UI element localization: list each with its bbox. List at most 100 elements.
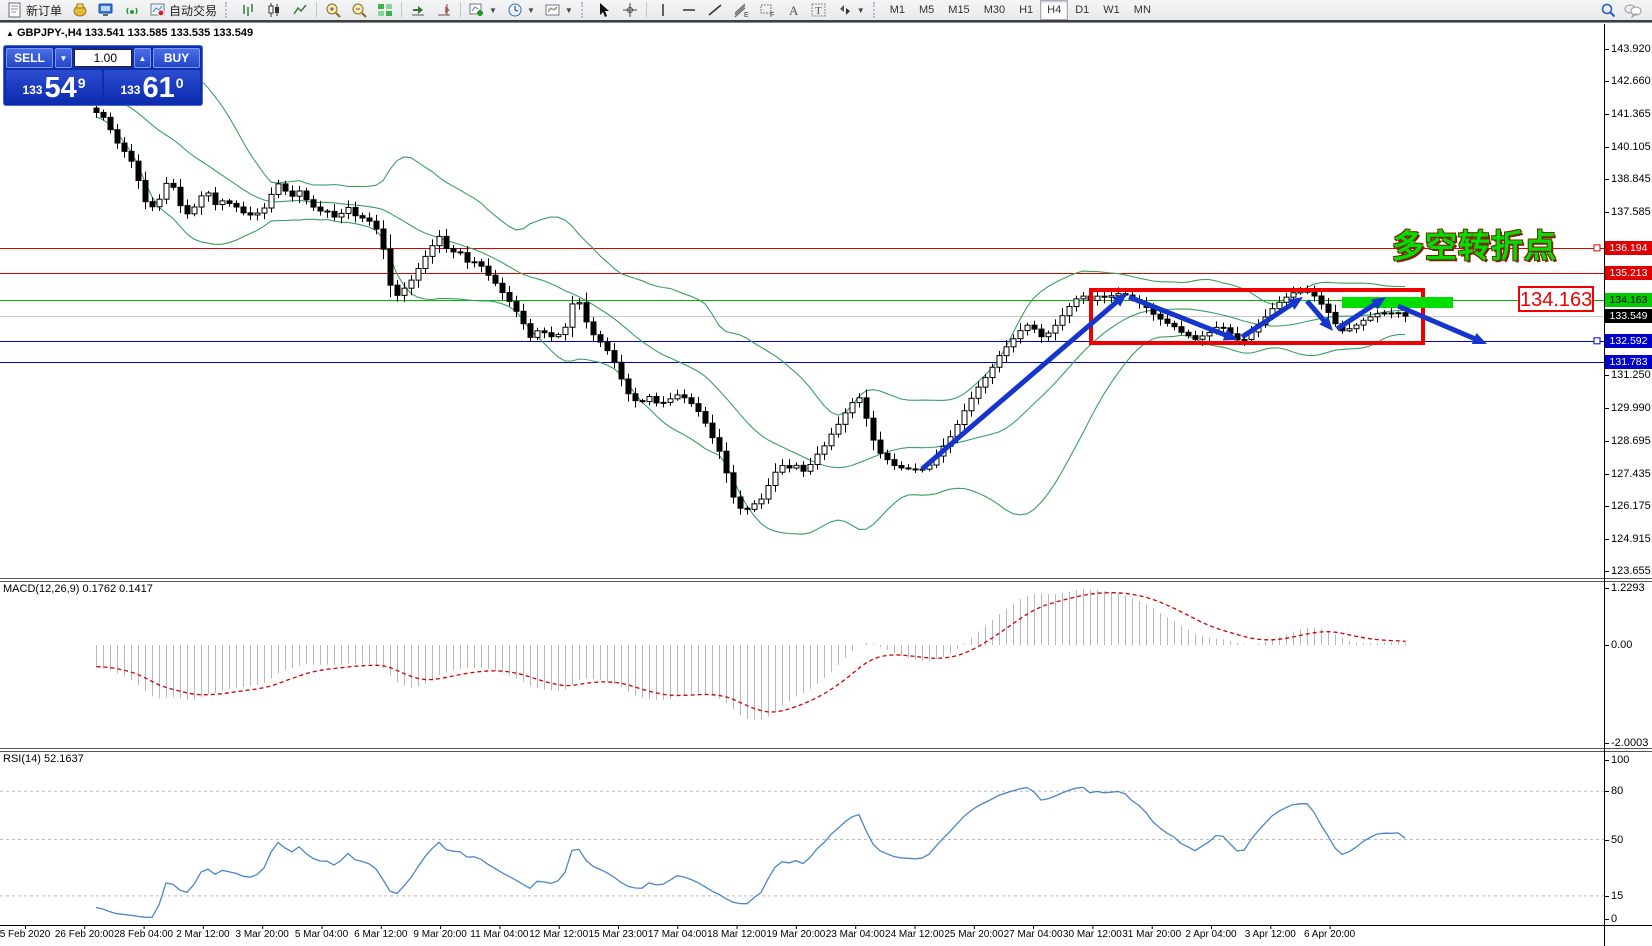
bid-price-pip: 9 <box>78 75 86 91</box>
timeframe-button-m5[interactable]: M5 <box>912 0 941 20</box>
cursor-icon <box>596 2 612 18</box>
metaeditor-button[interactable] <box>93 0 119 21</box>
price-tick: 128.695 <box>1611 435 1651 447</box>
rsi-tick: 80 <box>1611 785 1623 797</box>
gold-seal-button[interactable] <box>67 0 93 21</box>
time-tick-label: 24 Mar 12:00 <box>885 929 944 940</box>
timeframe-button-mn[interactable]: MN <box>1127 0 1158 20</box>
volume-decrease-button[interactable]: ▼ <box>55 48 72 68</box>
time-tick-label: 5 Mar 04:00 <box>295 929 348 940</box>
arrows-objects-button[interactable]: ▼ <box>832 0 870 21</box>
dropdown-arrow-icon: ▼ <box>857 6 865 15</box>
chat-icon[interactable] <box>1624 2 1640 18</box>
ask-price-display[interactable]: 133 61 0 <box>104 70 200 103</box>
tile-windows-button[interactable] <box>372 0 398 21</box>
toolbar-grip[interactable] <box>873 2 880 18</box>
macd-indicator-label: MACD(12,26,9) 0.1762 0.1417 <box>3 583 153 595</box>
cursor-button[interactable] <box>591 0 617 21</box>
dropdown-arrow-icon: ▼ <box>527 6 535 15</box>
price-tick: 123.655 <box>1611 565 1651 577</box>
templates-button[interactable]: ▼ <box>540 0 578 21</box>
rsi-indicator-label: RSI(14) 52.1637 <box>3 753 84 765</box>
time-tick-label: 25 Mar 20:00 <box>944 929 1003 940</box>
text-button[interactable]: A <box>780 0 806 21</box>
price-tick: 127.435 <box>1611 468 1651 480</box>
text-icon: A <box>785 2 801 18</box>
price-tick: 141.365 <box>1611 108 1651 120</box>
timeframe-button-m15[interactable]: M15 <box>941 0 976 20</box>
bid-price-display[interactable]: 133 54 9 <box>6 70 102 103</box>
candlestick-chart-icon <box>266 2 282 18</box>
svg-text:E: E <box>744 12 749 18</box>
trendline-button[interactable] <box>702 0 728 21</box>
vertical-line-icon <box>655 2 671 18</box>
price-callout-label[interactable]: 134.163 <box>1518 286 1594 312</box>
price-tick: 124.915 <box>1611 533 1651 545</box>
signals-button[interactable] <box>119 0 145 21</box>
price-line-badge: 136.194 <box>1605 241 1652 255</box>
text-label-button[interactable]: T <box>806 0 832 21</box>
tile-windows-icon <box>377 2 393 18</box>
turning-point-annotation[interactable]: 多空转折点 <box>1392 221 1562 267</box>
timeframe-button-m30[interactable]: M30 <box>977 0 1012 20</box>
timeframe-toolbar: M1M5M15M30H1H4D1W1MN <box>883 0 1158 20</box>
buy-button[interactable]: BUY <box>153 48 200 68</box>
time-tick-label: 27 Mar 04:00 <box>1004 929 1063 940</box>
autotrading-icon <box>150 2 166 18</box>
price-line-badge: 132.592 <box>1605 334 1652 348</box>
gold-seal-icon <box>72 2 88 18</box>
search-icon[interactable] <box>1600 2 1616 18</box>
templates-icon <box>545 2 561 18</box>
toolbar-grip[interactable] <box>581 2 588 18</box>
periods-button[interactable]: ▼ <box>502 0 540 21</box>
new-chart-button[interactable]: ▼ <box>464 0 502 21</box>
sell-button[interactable]: SELL <box>6 48 53 68</box>
time-tick-label: 15 Mar 23:00 <box>589 929 648 940</box>
new-order-label: 新订单 <box>26 2 62 19</box>
one-click-trading-panel: SELL ▼ 1.00 ▲ BUY 133 54 9 133 61 0 <box>3 45 203 106</box>
chart-shift-icon <box>436 2 452 18</box>
timeframe-button-w1[interactable]: W1 <box>1096 0 1127 20</box>
price-tick: 131.250 <box>1611 369 1651 381</box>
vertical-line-button[interactable] <box>650 0 676 21</box>
crosshair-button[interactable] <box>617 0 643 21</box>
bar-chart-icon <box>240 2 256 18</box>
ask-price-main: 61 <box>142 75 174 101</box>
bar-chart-button[interactable] <box>235 0 261 21</box>
rsi-tick: 100 <box>1611 754 1629 766</box>
fibonacci-button[interactable]: E <box>728 0 754 21</box>
time-tick-label: 12 Mar 12:00 <box>529 929 588 940</box>
new-order-icon <box>7 2 23 18</box>
zoom-out-button[interactable] <box>346 0 372 21</box>
chart-canvas[interactable] <box>0 0 1652 946</box>
time-tick-label: 3 Mar 20:00 <box>236 929 289 940</box>
volume-increase-button[interactable]: ▲ <box>134 48 151 68</box>
timeframe-button-h4[interactable]: H4 <box>1040 0 1068 20</box>
time-tick-label: 19 Mar 20:00 <box>766 929 825 940</box>
autotrading-label: 自动交易 <box>169 2 217 19</box>
macd-tick: -2.0003 <box>1611 737 1648 749</box>
timeframe-button-d1[interactable]: D1 <box>1068 0 1096 20</box>
time-tick-label: 11 Mar 04:00 <box>470 929 528 940</box>
price-tick: 142.660 <box>1611 75 1651 87</box>
candlestick-chart-button[interactable] <box>261 0 287 21</box>
fibo-grid-icon: F <box>759 2 775 18</box>
fibo-grid-button[interactable]: F <box>754 0 780 21</box>
autotrading-button[interactable]: 自动交易 <box>145 0 222 21</box>
timeframe-button-m1[interactable]: M1 <box>883 0 912 20</box>
crosshair-icon <box>622 2 638 18</box>
collapse-triangle-icon[interactable]: ▲ <box>6 29 14 38</box>
spinner-down-icon: ▼ <box>60 54 68 63</box>
volume-input[interactable]: 1.00 <box>74 49 132 67</box>
horizontal-line-button[interactable] <box>676 0 702 21</box>
chart-shift-button[interactable] <box>431 0 457 21</box>
new-order-button[interactable]: 新订单 <box>2 0 67 21</box>
dropdown-arrow-icon: ▼ <box>565 6 573 15</box>
timeframe-button-h1[interactable]: H1 <box>1012 0 1040 20</box>
toolbar-grip[interactable] <box>225 2 232 18</box>
metaeditor-icon <box>98 2 114 18</box>
zoom-in-button[interactable] <box>320 0 346 21</box>
line-chart-button[interactable] <box>287 0 313 21</box>
signals-icon <box>124 2 140 18</box>
auto-scroll-button[interactable] <box>405 0 431 21</box>
